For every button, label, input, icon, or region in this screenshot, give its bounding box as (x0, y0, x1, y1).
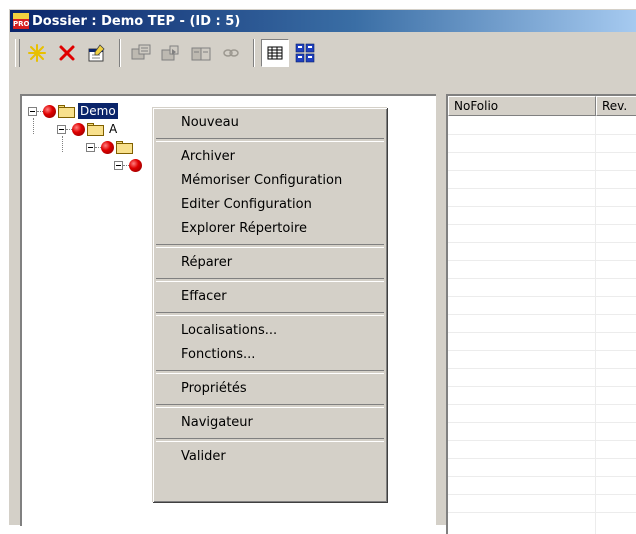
list-grid-line (448, 278, 636, 279)
menu-item-fonctions[interactable]: Fonctions... (155, 343, 385, 367)
status-red-icon (43, 104, 56, 118)
status-red-icon (72, 122, 85, 136)
menu-item-reparer[interactable]: Réparer (155, 251, 385, 275)
new-icon (28, 44, 46, 62)
list-grid-line (448, 512, 636, 513)
status-red-icon (101, 140, 114, 154)
delete-icon (59, 45, 75, 61)
list-grid-line (448, 314, 636, 315)
collapse-toggle-icon[interactable] (28, 106, 37, 116)
list-grid-line (448, 422, 636, 423)
toolbar-separator (119, 39, 121, 67)
folder-action-2-button[interactable] (157, 39, 185, 67)
link-icon (223, 49, 239, 57)
tree-view-icon (295, 43, 315, 63)
menu-separator (156, 312, 384, 316)
list-view-button[interactable] (261, 39, 289, 67)
title-bar[interactable]: PRO Dossier : Demo TEP - (ID : 5) (10, 10, 636, 32)
properties-icon (88, 44, 105, 62)
collapse-toggle-icon[interactable] (114, 160, 123, 170)
folder-action-2-icon (161, 45, 179, 61)
tree-view-button[interactable] (291, 39, 319, 67)
folder-action-3-button[interactable] (187, 39, 215, 67)
folder-action-3-icon (191, 47, 211, 61)
collapse-toggle-icon[interactable] (86, 142, 95, 152)
context-menu: Nouveau Archiver Mémoriser Configuration Ed… (152, 107, 387, 502)
delete-button[interactable] (53, 39, 81, 67)
window-title: Dossier : Demo TEP - (ID : 5) (32, 13, 241, 29)
list-grid-line (448, 368, 636, 369)
folder-icon (87, 122, 104, 136)
status-red-icon (129, 158, 142, 172)
new-button[interactable] (23, 39, 51, 67)
app-logo-icon: PRO (13, 13, 29, 29)
menu-separator (156, 370, 384, 374)
toolbar (10, 34, 636, 72)
list-grid-line (448, 134, 636, 135)
link-button[interactable] (217, 39, 245, 67)
list-grid-line (448, 386, 636, 387)
list-grid-line (448, 224, 636, 225)
list-grid-line (448, 476, 636, 477)
collapse-toggle-icon[interactable] (57, 124, 66, 134)
list-grid-line (448, 296, 636, 297)
tree-node-grandchild[interactable] (86, 138, 136, 156)
list-panel[interactable]: NoFolio Rev. (446, 94, 636, 534)
menu-separator (156, 244, 384, 248)
menu-separator (156, 278, 384, 282)
list-grid-line (448, 242, 636, 243)
list-grid-line (448, 260, 636, 261)
menu-separator (156, 438, 384, 442)
menu-item-localisations[interactable]: Localisations... (155, 319, 385, 343)
tree-node-child[interactable]: A (57, 120, 119, 138)
menu-separator (156, 138, 384, 142)
folder-action-1-button[interactable] (127, 39, 155, 67)
tree-node-root[interactable]: Demo (28, 102, 118, 120)
menu-item-memoriser-configuration[interactable]: Mémoriser Configuration (155, 169, 385, 193)
list-grid-line (448, 440, 636, 441)
main-window: PRO Dossier : Demo TEP - (ID : 5) Demo A… (8, 8, 636, 534)
list-grid-line (448, 188, 636, 189)
list-grid-line (448, 494, 636, 495)
menu-item-navigateur[interactable]: Navigateur (155, 411, 385, 435)
menu-item-proprietes[interactable]: Propriétés (155, 377, 385, 401)
tree-node-label[interactable]: Demo (78, 103, 118, 119)
tree-node-label[interactable]: A (107, 121, 119, 137)
menu-item-archiver[interactable]: Archiver (155, 145, 385, 169)
toolbar-grip[interactable] (15, 39, 20, 67)
menu-item-nouveau[interactable]: Nouveau (155, 111, 385, 135)
menu-item-explorer-repertoire[interactable]: Explorer Répertoire (155, 217, 385, 241)
folder-icon (116, 140, 133, 154)
list-view-icon (267, 46, 283, 60)
menu-item-effacer[interactable]: Effacer (155, 285, 385, 309)
toolbar-separator (253, 39, 255, 67)
list-grid-line (448, 332, 636, 333)
menu-item-editer-configuration[interactable]: Editer Configuration (155, 193, 385, 217)
menu-separator (156, 404, 384, 408)
menu-item-valider[interactable]: Valider (155, 445, 385, 469)
list-grid-line (448, 404, 636, 405)
list-grid-line (448, 152, 636, 153)
folder-action-1-icon (131, 44, 151, 60)
column-header-nofolio[interactable]: NoFolio (448, 96, 596, 116)
list-grid-line (448, 458, 636, 459)
open-folder-icon (58, 104, 75, 118)
list-grid-line (448, 350, 636, 351)
column-header-rev[interactable]: Rev. (596, 96, 636, 116)
tree-node-great-grandchild[interactable] (114, 156, 144, 174)
list-grid-line (448, 206, 636, 207)
list-grid-line (448, 170, 636, 171)
properties-button[interactable] (83, 39, 111, 67)
